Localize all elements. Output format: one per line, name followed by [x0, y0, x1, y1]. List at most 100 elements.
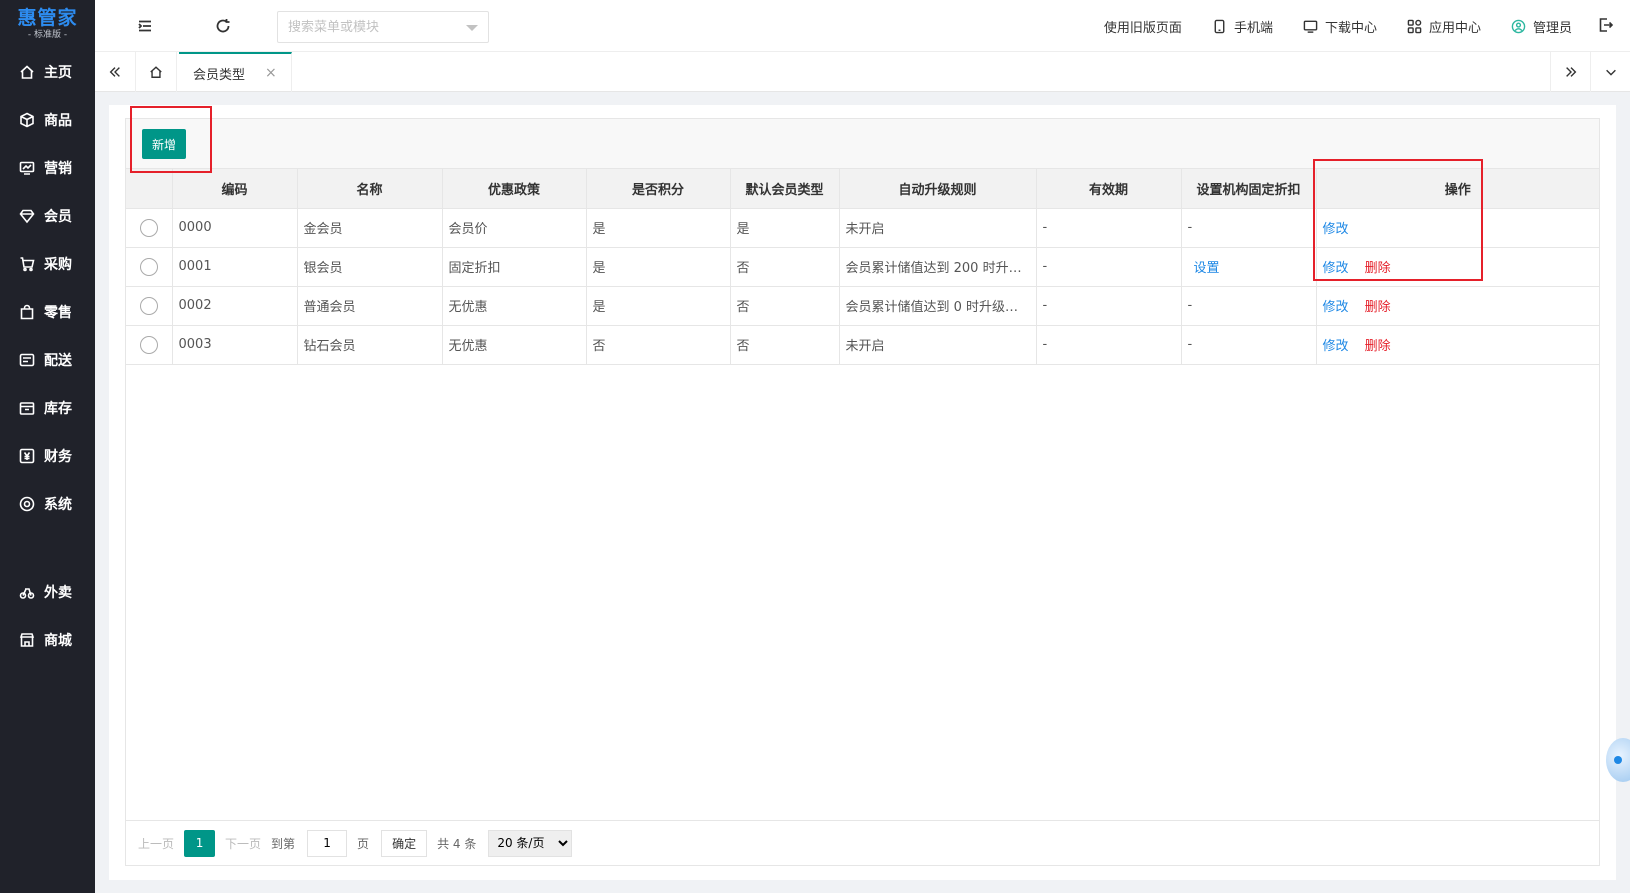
sidebar-item-label: 库存	[44, 401, 72, 417]
apps-grid-icon	[1407, 19, 1422, 33]
edit-link[interactable]: 修改	[1323, 222, 1349, 237]
cell-actions: 修改	[1316, 208, 1599, 248]
cell-name: 银会员	[297, 247, 443, 287]
confirm-page-button[interactable]: 确定	[381, 829, 428, 857]
cell-validity: -	[1036, 286, 1182, 326]
col-actions: 操作	[1316, 169, 1599, 209]
inventory-icon	[18, 399, 36, 417]
cell-default: 否	[730, 286, 840, 326]
apps-label: 应用中心	[1428, 20, 1481, 36]
sidebar-item-members[interactable]: 会员	[0, 192, 95, 240]
menu-search[interactable]	[277, 11, 489, 43]
row-radio[interactable]	[139, 335, 158, 354]
cell-fixed-discount: -	[1181, 286, 1317, 326]
delete-link[interactable]: 删除	[1365, 261, 1391, 276]
cell-name: 钻石会员	[297, 325, 443, 365]
sidebar-item-label: 商品	[44, 113, 72, 129]
cell-validity: -	[1036, 325, 1182, 365]
next-page-button[interactable]: 下一页	[225, 835, 261, 852]
table-header-row: 编码 名称 优惠政策 是否积分 默认会员类型 自动升级规则 有效期 设置机构固定…	[126, 169, 1599, 209]
sidebar-item-takeout[interactable]: 外卖	[0, 568, 95, 616]
sidebar-item-inventory[interactable]: 库存	[0, 384, 95, 432]
user-menu[interactable]: 管理员	[1511, 17, 1572, 36]
row-radio[interactable]	[139, 218, 158, 237]
row-select	[126, 286, 173, 326]
cell-upgrade-rule: 会员累计储值达到 0 时升级为银会员	[839, 286, 1037, 326]
cell-policy: 会员价	[442, 208, 587, 248]
sidebar-item-purchase[interactable]: 采购	[0, 240, 95, 288]
edit-link[interactable]: 修改	[1323, 300, 1349, 315]
total-count: 共 4 条	[437, 836, 477, 851]
edit-link[interactable]: 修改	[1323, 261, 1349, 276]
delivery-icon	[18, 583, 36, 601]
col-default: 默认会员类型	[730, 169, 840, 209]
page-number-input[interactable]	[307, 829, 348, 857]
col-name: 名称	[297, 169, 443, 209]
menu-search-input[interactable]	[278, 12, 458, 42]
sidebar-item-home[interactable]: 主页	[0, 48, 95, 96]
add-button[interactable]: 新增	[142, 129, 187, 159]
tab-scroll-right-icon[interactable]	[1550, 52, 1590, 92]
apps-link[interactable]: 应用中心	[1407, 17, 1481, 36]
user-icon	[1511, 19, 1526, 33]
sidebar-item-label: 财务	[44, 449, 72, 465]
delete-link[interactable]: 删除	[1365, 300, 1391, 315]
set-discount-link[interactable]: 设置	[1194, 261, 1220, 276]
table-row: 0001 银会员 固定折扣 是 否 会员累计储值达到 200 时升级为金会员 -…	[126, 247, 1599, 287]
cell-fixed-discount: 设置	[1181, 247, 1317, 287]
member-type-panel: 新增 编码 名称 优惠政策 是否积分 默认会员类型 自动升级规则 有效期 设置机…	[125, 106, 1600, 866]
close-icon[interactable]: ×	[265, 65, 277, 81]
sidebar-item-distribution[interactable]: 配送	[0, 336, 95, 384]
sidebar-item-system[interactable]: 系统	[0, 480, 95, 528]
row-radio[interactable]	[139, 296, 158, 315]
page-size-select[interactable]: 20 条/页	[488, 829, 573, 857]
cell-default: 否	[730, 325, 840, 365]
sidebar-item-retail[interactable]: 零售	[0, 288, 95, 336]
col-code: 编码	[172, 169, 298, 209]
download-label: 下载中心	[1324, 20, 1377, 36]
refresh-icon[interactable]	[213, 16, 233, 36]
logout-icon[interactable]	[1598, 17, 1616, 35]
cart-icon	[18, 255, 36, 273]
edit-link[interactable]: 修改	[1323, 339, 1349, 354]
home-tab-icon[interactable]	[135, 52, 177, 92]
tab-menu-chevron-down-icon[interactable]	[1590, 52, 1630, 92]
col-policy: 优惠政策	[442, 169, 587, 209]
goto-label: 到第	[271, 836, 296, 851]
logo: 惠管家 - 标准版 -	[0, 0, 95, 48]
row-radio[interactable]	[139, 257, 158, 276]
header-actions: 使用旧版页面 手机端 下载中心 应用中心 管理员	[1104, 0, 1630, 52]
current-page-button[interactable]: 1	[184, 829, 216, 857]
store-icon	[18, 631, 36, 649]
old-page-link[interactable]: 使用旧版页面	[1104, 17, 1182, 36]
sidebar-item-marketing[interactable]: 营销	[0, 144, 95, 192]
sidebar: 惠管家 - 标准版 - 主页 商品 营销 会员 采购 零售 配送 库存 财务 系…	[0, 0, 95, 893]
chevron-down-icon[interactable]	[466, 25, 478, 31]
mobile-link[interactable]: 手机端	[1212, 17, 1273, 36]
cell-validity: -	[1036, 247, 1182, 287]
sidebar-item-finance[interactable]: 财务	[0, 432, 95, 480]
tab-member-type[interactable]: 会员类型 ×	[179, 52, 292, 92]
sidebar-item-goods[interactable]: 商品	[0, 96, 95, 144]
cell-actions: 修改 删除	[1316, 286, 1599, 326]
box-icon	[18, 111, 36, 129]
settings-icon	[18, 495, 36, 513]
download-link[interactable]: 下载中心	[1303, 17, 1377, 36]
sidebar-item-label: 营销	[44, 161, 72, 177]
cell-upgrade-rule: 会员累计储值达到 200 时升级为金会员	[839, 247, 1037, 287]
cell-upgrade-rule: 未开启	[839, 208, 1037, 248]
cell-code: 0001	[172, 247, 298, 287]
table-row: 0003 钻石会员 无优惠 否 否 未开启 - - 修改 删除	[126, 325, 1599, 365]
col-fixed-discount: 设置机构固定折扣	[1181, 169, 1317, 209]
cell-code: 0000	[172, 208, 298, 248]
cell-policy: 无优惠	[442, 286, 587, 326]
cell-points: 是	[586, 247, 731, 287]
sidebar-item-mall[interactable]: 商城	[0, 616, 95, 664]
tab-scroll-left-icon[interactable]	[95, 52, 135, 92]
truck-icon	[18, 351, 36, 369]
prev-page-button[interactable]: 上一页	[138, 835, 174, 852]
row-select	[126, 208, 173, 248]
menu-collapse-icon[interactable]	[135, 16, 155, 36]
delete-link[interactable]: 删除	[1365, 339, 1391, 354]
cell-code: 0003	[172, 325, 298, 365]
